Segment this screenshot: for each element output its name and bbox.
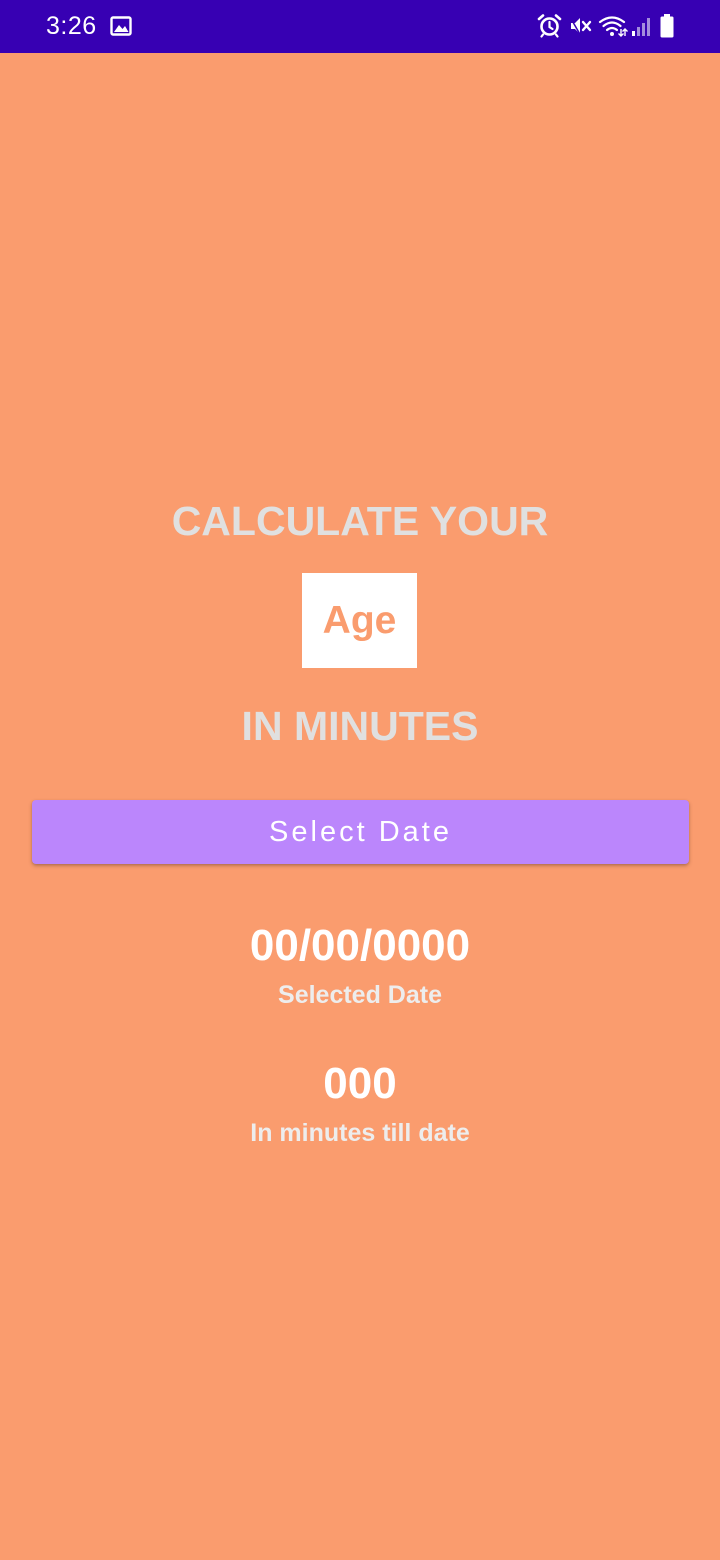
selected-date-value: 00/00/0000 [249,921,471,970]
minutes-value: 000 [323,1059,397,1108]
mute-icon [569,16,592,37]
select-date-button-label: Select Date [269,816,452,848]
heading-calculate-your: CALCULATE YOUR [171,498,549,544]
gallery-icon [110,16,132,36]
wifi-icon [598,16,628,37]
select-date-button[interactable]: Select Date [32,800,689,864]
signal-icon [632,18,650,36]
alarm-icon [537,14,562,38]
selected-date-caption: Selected Date [278,981,442,1009]
heading-in-minutes: IN MINUTES [241,703,479,749]
minutes-caption: In minutes till date [250,1119,470,1147]
age-box: Age [302,573,417,668]
battery-icon [660,14,674,38]
age-label: Age [322,598,397,642]
status-bar: 3:26 [0,0,720,53]
status-time: 3:26 [46,12,97,40]
